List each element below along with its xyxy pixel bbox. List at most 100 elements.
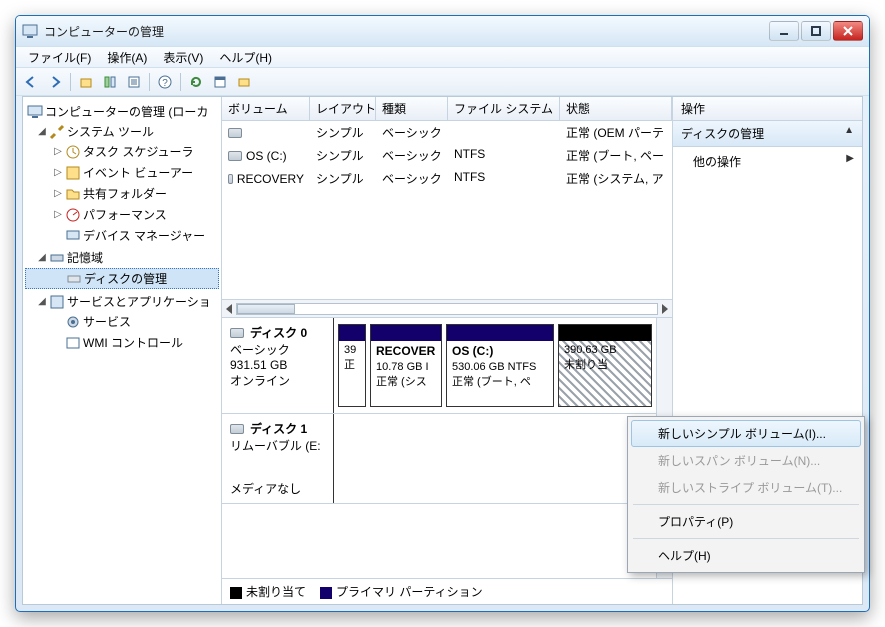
toolbar-separator — [180, 73, 181, 91]
up-button[interactable] — [75, 71, 97, 93]
refresh-button[interactable] — [185, 71, 207, 93]
menu-action[interactable]: 操作(A) — [99, 47, 155, 67]
close-button[interactable] — [833, 21, 863, 41]
partition-name: RECOVER — [376, 344, 435, 358]
tree-label: パフォーマンス — [83, 206, 167, 223]
partition-bar — [559, 325, 651, 341]
volume-type: ベーシック — [376, 122, 448, 143]
menu-help[interactable]: ヘルプ(H) — [211, 47, 280, 67]
expand-icon[interactable]: ◢ — [37, 296, 47, 307]
disk-title: ディスク 1 — [250, 420, 307, 437]
tree-storage[interactable]: ◢記憶域 — [25, 248, 219, 267]
volume-layout: シンプル — [310, 168, 376, 189]
volume-name: OS (C:) — [246, 149, 287, 163]
performance-icon — [65, 207, 81, 223]
col-volume[interactable]: ボリューム — [222, 97, 310, 120]
ctx-help[interactable]: ヘルプ(H) — [631, 542, 861, 569]
expand-icon[interactable]: ◢ — [37, 126, 47, 137]
col-layout[interactable]: レイアウト — [310, 97, 376, 120]
expand-icon[interactable]: ▷ — [53, 146, 63, 157]
scroll-right-icon[interactable] — [662, 304, 668, 314]
scroll-thumb[interactable] — [236, 303, 658, 315]
disk-row[interactable]: ディスク 0 ベーシック 931.51 GB オンライン 39正 RECOVER… — [222, 318, 656, 414]
volume-row[interactable]: RECOVERY シンプル ベーシック NTFS 正常 (システム, ア — [222, 167, 672, 190]
disk-row[interactable]: ディスク 1 リムーバブル (E: メディアなし — [222, 414, 656, 504]
tree-label: タスク スケジューラ — [83, 143, 194, 160]
col-filesystem[interactable]: ファイル システム — [448, 97, 560, 120]
volume-layout: シンプル — [310, 122, 376, 143]
storage-icon — [49, 250, 65, 266]
tree-device-manager[interactable]: デバイス マネージャー — [25, 226, 219, 245]
expand-icon[interactable]: ▷ — [53, 188, 63, 199]
properties-button[interactable] — [209, 71, 231, 93]
computer-icon — [27, 104, 43, 120]
partition-status: 正 — [344, 358, 360, 373]
back-button[interactable] — [20, 71, 42, 93]
tree-pane[interactable]: コンピューターの管理 (ローカ ◢システム ツール ▷ タスク スケジューラ ▷イ… — [23, 97, 222, 604]
expand-icon[interactable]: ▷ — [53, 167, 63, 178]
show-hide-tree-button[interactable] — [99, 71, 121, 93]
scroll-left-icon[interactable] — [226, 304, 232, 314]
partition-unallocated[interactable]: 390.63 GB未割り当 — [558, 324, 652, 407]
services-apps-icon — [49, 294, 65, 310]
tree-event-viewer[interactable]: ▷イベント ビューアー — [25, 163, 219, 182]
expand-icon[interactable]: ▷ — [53, 209, 63, 220]
legend: 未割り当て プライマリ パーティション — [222, 578, 672, 604]
disk-kind: ベーシック — [230, 341, 325, 358]
col-type[interactable]: 種類 — [376, 97, 448, 120]
actions-more[interactable]: 他の操作▶ — [673, 147, 862, 176]
partition-name: OS (C:) — [452, 344, 493, 358]
volume-fs: NTFS — [448, 145, 560, 166]
volume-row[interactable]: シンプル ベーシック 正常 (OEM パーテ — [222, 121, 672, 144]
forward-button[interactable] — [44, 71, 66, 93]
volume-list[interactable]: シンプル ベーシック 正常 (OEM パーテ OS (C:) シンプル ベーシッ… — [222, 121, 672, 299]
menu-view[interactable]: 表示(V) — [155, 47, 211, 67]
volume-fs: NTFS — [448, 168, 560, 189]
device-icon — [65, 228, 81, 244]
tree-shared-folders[interactable]: ▷共有フォルダー — [25, 184, 219, 203]
drive-icon — [228, 128, 242, 138]
settings-button[interactable] — [233, 71, 255, 93]
tree-task-scheduler[interactable]: ▷ タスク スケジューラ — [25, 142, 219, 161]
disk-size: 931.51 GB — [230, 358, 325, 372]
title-bar[interactable]: コンピューターの管理 — [16, 16, 869, 46]
tree-disk-management[interactable]: ディスクの管理 — [25, 268, 219, 289]
partition-bar — [447, 325, 553, 341]
chevron-up-icon: ▲ — [844, 125, 854, 142]
actions-section[interactable]: ディスクの管理▲ — [673, 121, 862, 147]
expand-icon[interactable]: ◢ — [37, 252, 47, 263]
volume-name: RECOVERY — [237, 172, 304, 186]
partition[interactable]: RECOVER10.78 GB I正常 (シス — [370, 324, 442, 407]
tree-services[interactable]: サービス — [25, 312, 219, 331]
partition[interactable]: OS (C:)530.06 GB NTFS正常 (ブート, ペ — [446, 324, 554, 407]
disk-label[interactable]: ディスク 0 ベーシック 931.51 GB オンライン — [222, 318, 334, 413]
export-list-button[interactable] — [123, 71, 145, 93]
tree-services-apps[interactable]: ◢サービスとアプリケーショ — [25, 292, 219, 311]
partition-size: 530.06 GB NTFS — [452, 360, 548, 375]
tools-icon — [49, 124, 65, 140]
tree-label: サービス — [83, 313, 131, 330]
tree-system-tools[interactable]: ◢システム ツール — [25, 122, 219, 141]
tree-wmi-control[interactable]: WMI コントロール — [25, 333, 219, 352]
disk-kind: リムーバブル (E: — [230, 437, 325, 454]
ctx-properties[interactable]: プロパティ(P) — [631, 508, 861, 535]
tree-root[interactable]: コンピューターの管理 (ローカ — [25, 102, 219, 121]
event-icon — [65, 165, 81, 181]
tree-performance[interactable]: ▷ パフォーマンス — [25, 205, 219, 224]
ctx-new-stripe-volume: 新しいストライプ ボリューム(T)... — [631, 474, 861, 501]
volume-type: ベーシック — [376, 145, 448, 166]
minimize-button[interactable] — [769, 21, 799, 41]
toolbar-separator — [149, 73, 150, 91]
partition[interactable]: 39正 — [338, 324, 366, 407]
volume-layout: シンプル — [310, 145, 376, 166]
help-button[interactable]: ? — [154, 71, 176, 93]
ctx-new-simple-volume[interactable]: 新しいシンプル ボリューム(I)... — [631, 420, 861, 447]
volume-row[interactable]: OS (C:) シンプル ベーシック NTFS 正常 (ブート, ペー — [222, 144, 672, 167]
col-status[interactable]: 状態 — [560, 97, 672, 120]
maximize-button[interactable] — [801, 21, 831, 41]
menu-file[interactable]: ファイル(F) — [20, 47, 99, 67]
disk-title: ディスク 0 — [250, 324, 307, 341]
context-menu-separator — [633, 504, 859, 505]
horizontal-scrollbar[interactable] — [222, 299, 672, 317]
folder-icon — [65, 186, 81, 202]
